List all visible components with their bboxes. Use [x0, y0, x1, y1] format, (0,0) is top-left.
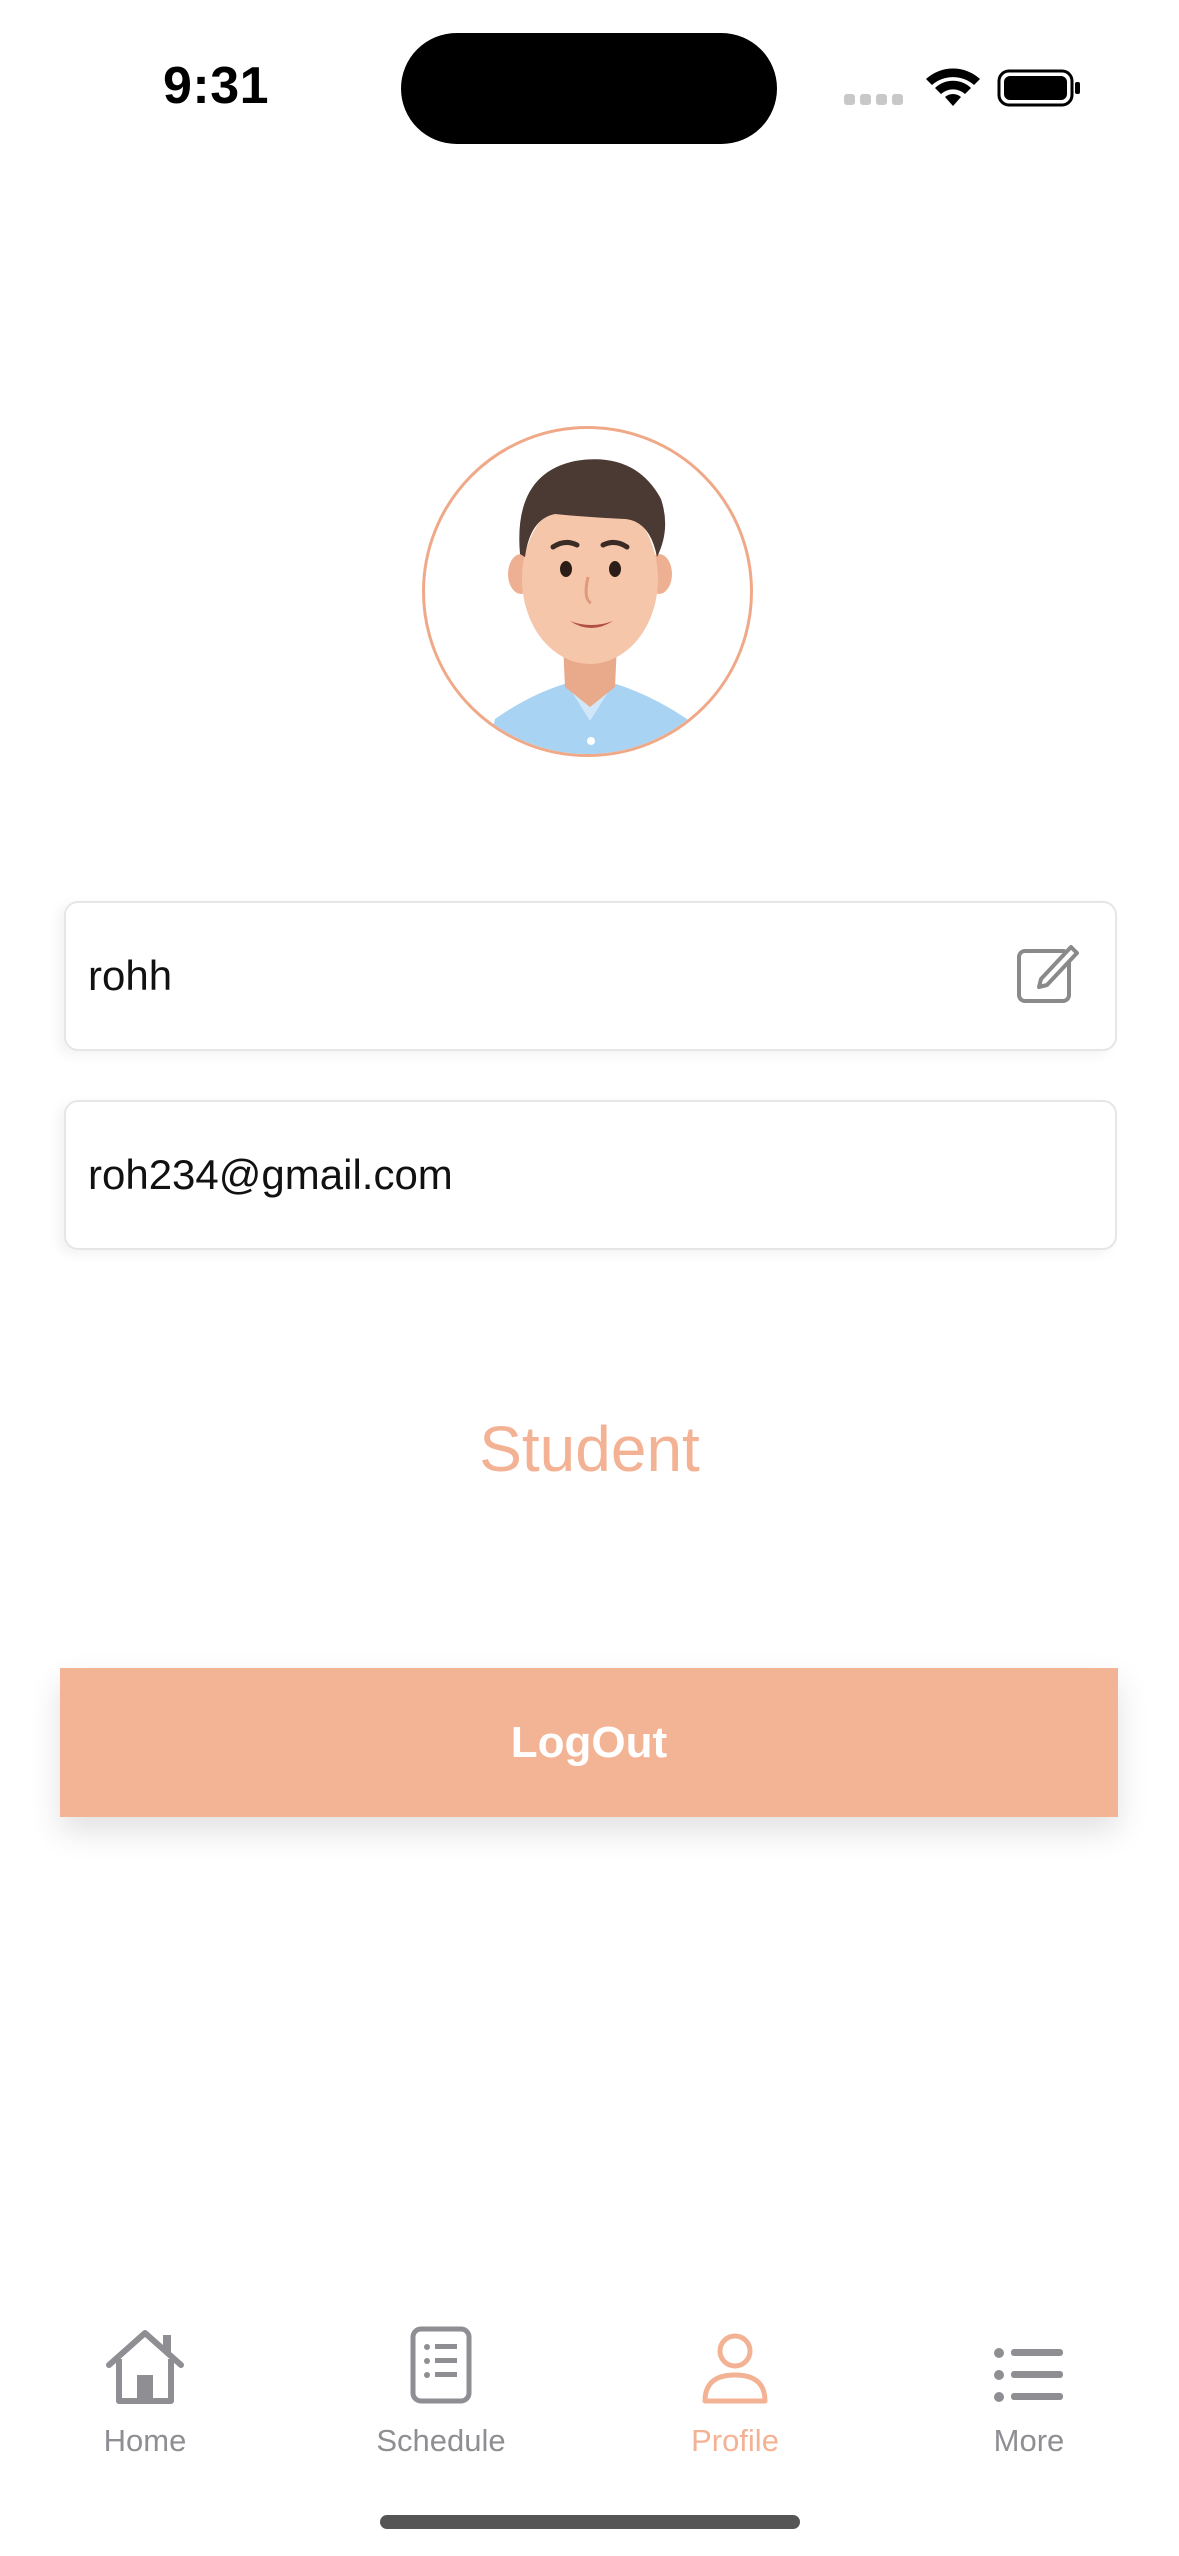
name-value: rohh — [88, 952, 173, 999]
avatar-illustration — [486, 459, 696, 754]
dynamic-island — [401, 33, 777, 144]
profile-icon — [635, 2315, 835, 2405]
tab-schedule[interactable]: Schedule — [341, 2315, 541, 2459]
schedule-icon — [341, 2315, 541, 2405]
wifi-icon — [925, 68, 981, 113]
menu-icon — [929, 2315, 1129, 2405]
logout-button[interactable]: LogOut — [60, 1668, 1118, 1817]
tab-home[interactable]: Home — [45, 2315, 245, 2459]
tab-more[interactable]: More — [929, 2315, 1129, 2459]
name-field[interactable]: rohh — [64, 901, 1117, 1051]
tab-more-label: More — [993, 2423, 1065, 2458]
logout-label: LogOut — [510, 1717, 668, 1767]
user-role: Student — [479, 1413, 700, 1485]
email-value: roh234@gmail.com — [88, 1151, 453, 1198]
tab-home-label: Home — [103, 2423, 187, 2458]
home-indicator[interactable] — [380, 2515, 800, 2529]
edit-icon[interactable] — [1015, 941, 1079, 1010]
battery-icon — [997, 68, 1083, 113]
status-time: 9:31 — [163, 57, 270, 115]
email-field[interactable]: roh234@gmail.com — [64, 1100, 1117, 1250]
cellular-signal-icon — [844, 92, 908, 110]
home-icon — [45, 2315, 245, 2405]
avatar[interactable] — [422, 426, 753, 757]
tab-schedule-label: Schedule — [376, 2423, 506, 2458]
tab-profile[interactable]: Profile — [635, 2315, 835, 2459]
tab-profile-label: Profile — [691, 2423, 779, 2458]
